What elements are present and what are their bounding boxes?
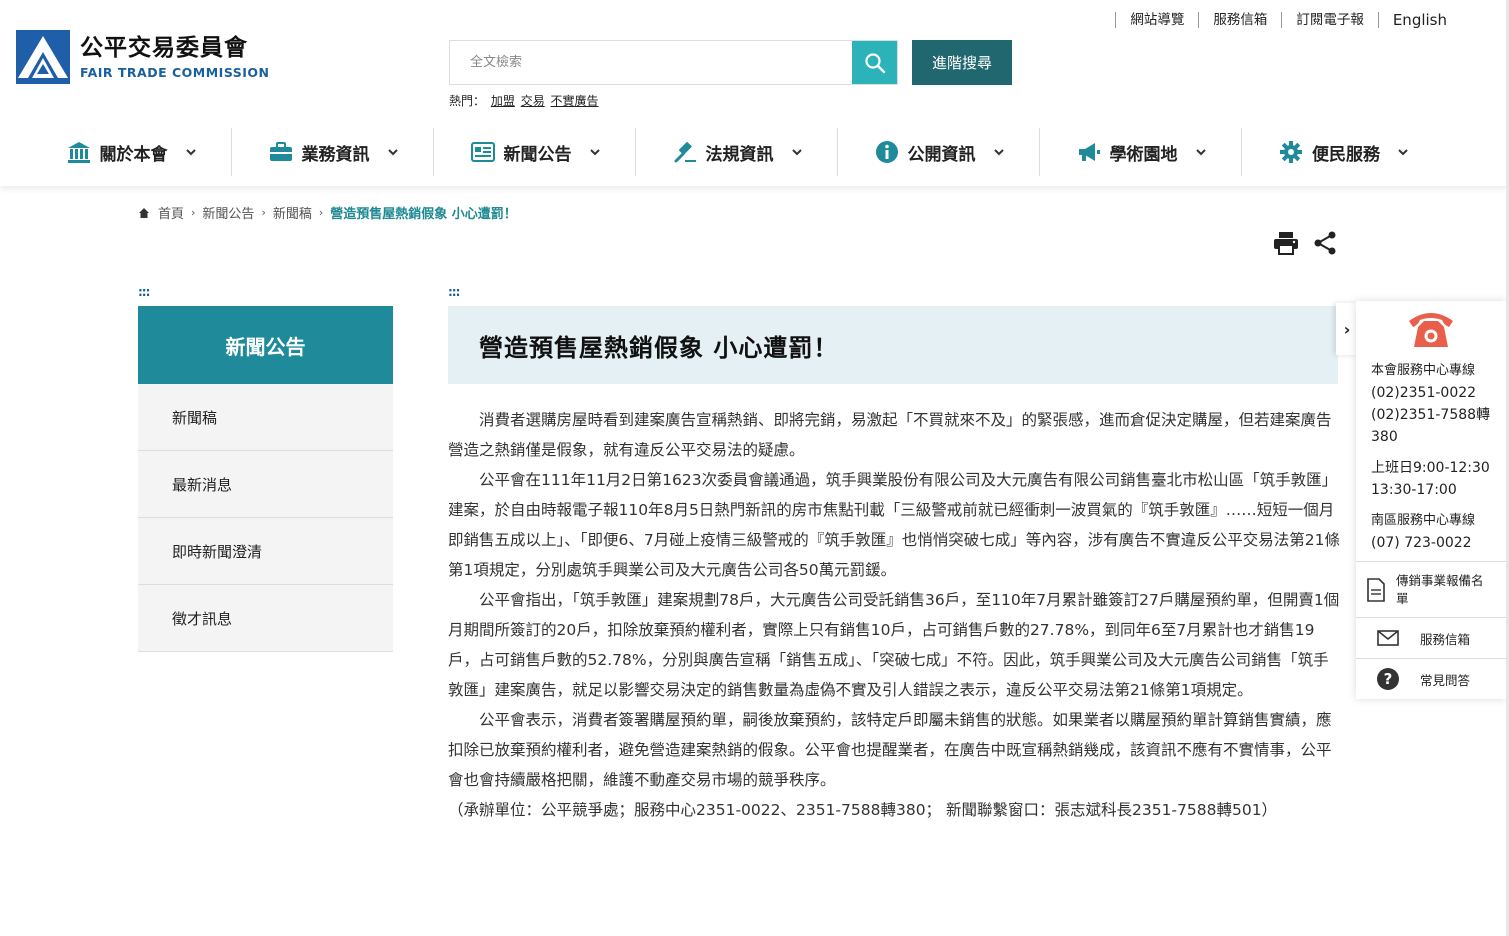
article-paragraph: 消費者選購房屋時看到建案廣告宣稱熱銷、即將完銷，易激起「不買就來不及」的緊張感，… <box>448 411 1332 459</box>
mlm-registry-label: 傳銷事業報備名單 <box>1396 572 1484 606</box>
breadcrumb-current: 營造預售屋熱銷假象 小心遭罰！ <box>330 207 517 222</box>
article-paragraph: 公平會表示，消費者簽署購屋預約單，嗣後放棄預約，該特定戶即屬未銷售的狀態。如果業… <box>448 711 1332 789</box>
site-logo[interactable]: 公平交易委員會 FAIR TRADE COMMISSION <box>16 30 270 84</box>
main-nav: 關於本會 業務資訊 新聞公告 法規資訊 公開資訊 學術園地 便民服務 <box>30 128 1444 176</box>
office-hours-morning: 上班日9:00-12:30 <box>1371 460 1490 476</box>
nav-item-services[interactable]: 便民服務 <box>1242 128 1444 176</box>
megaphone-icon <box>1076 139 1102 165</box>
mail-icon <box>1356 630 1420 646</box>
hotline-extension: 380 <box>1371 429 1398 445</box>
sidebar-item-clarification[interactable]: 即時新聞澄清 <box>138 518 393 585</box>
breadcrumb-press-release[interactable]: 新聞稿 <box>273 203 312 222</box>
page-title: 營造預售屋熱銷假象 小心遭罰！ <box>448 306 1338 384</box>
hot-keyword-link[interactable]: 加盟 <box>491 94 515 108</box>
advanced-search-button[interactable]: 進階搜尋 <box>912 40 1012 85</box>
hotline-title: 本會服務中心專線 <box>1371 363 1476 378</box>
search-icon <box>864 52 885 73</box>
nav-item-public-info[interactable]: 公開資訊 <box>838 128 1040 176</box>
nav-item-academic[interactable]: 學術園地 <box>1040 128 1242 176</box>
gavel-icon <box>672 139 698 165</box>
sidebar: 新聞公告 新聞稿 最新消息 即時新聞澄清 徵才訊息 <box>138 306 393 652</box>
hot-label: 熱門： <box>449 94 486 108</box>
page-tools <box>1273 231 1337 255</box>
sidebar-item-latest-news[interactable]: 最新消息 <box>138 451 393 518</box>
logo-chinese-name: 公平交易委員會 <box>80 35 248 61</box>
hotline-number-2: (02)2351-7588轉 <box>1371 407 1491 423</box>
chevron-down-icon <box>791 147 802 157</box>
breadcrumb-home[interactable]: 首頁 <box>158 203 184 222</box>
nav-label: 關於本會 <box>99 144 168 165</box>
hot-keyword-link[interactable]: 交易 <box>521 94 545 108</box>
building-icon <box>66 139 92 165</box>
print-icon[interactable] <box>1273 231 1299 255</box>
breadcrumb: 首頁 › 新聞公告 › 新聞稿 › 營造預售屋熱銷假象 小心遭罰！ <box>138 203 517 222</box>
hot-keyword-link[interactable]: 不實廣告 <box>551 94 599 108</box>
chevron-down-icon <box>589 147 600 157</box>
gear-icon <box>1278 139 1304 165</box>
nav-label: 法規資訊 <box>705 144 774 165</box>
svg-text:?: ? <box>1384 670 1393 688</box>
nav-label: 便民服務 <box>1312 144 1380 165</box>
float-panel-toggle[interactable]: › <box>1336 303 1358 355</box>
nav-label: 學術園地 <box>1109 144 1178 165</box>
south-hotline-number: (07) 723-0022 <box>1371 535 1472 551</box>
document-icon <box>1356 577 1396 602</box>
faq-label: 常見問答 <box>1420 672 1471 688</box>
accesskey-anchor-main[interactable]: ::: <box>448 285 460 299</box>
article-paragraph: 公平會在111年11月2日第1623次委員會議通過，筑手興業股份有限公司及大元廣… <box>448 471 1340 579</box>
briefcase-icon <box>268 139 294 165</box>
breadcrumb-separator: › <box>318 206 324 219</box>
nav-label: 公開資訊 <box>907 144 976 165</box>
nav-item-news[interactable]: 新聞公告 <box>434 128 636 176</box>
site-header: 公平交易委員會 FAIR TRADE COMMISSION 網站導覽 服務信箱 … <box>0 0 1509 186</box>
south-hotline-title: 南區服務中心專線 <box>1371 513 1476 528</box>
search-box <box>449 40 898 85</box>
subscribe-newsletter-link[interactable]: 訂閱電子報 <box>1281 12 1378 28</box>
article-body: 消費者選購房屋時看到建案廣告宣稱熱銷、即將完銷，易激起「不買就來不及」的緊張感，… <box>448 405 1340 825</box>
chevron-down-icon <box>1398 147 1408 157</box>
nav-item-business[interactable]: 業務資訊 <box>232 128 434 176</box>
logo-english-name: FAIR TRADE COMMISSION <box>80 65 270 80</box>
info-icon <box>874 139 900 165</box>
breadcrumb-separator: › <box>261 206 266 219</box>
share-icon[interactable] <box>1313 231 1337 255</box>
mlm-registry-button[interactable]: 傳銷事業報備名單 <box>1356 561 1506 617</box>
article-paragraph: 公平會指出，「筑手敦匯」建案規劃78戶，大元廣告公司受託銷售36戶，至110年7… <box>448 591 1340 699</box>
nav-item-regulations[interactable]: 法規資訊 <box>636 128 838 176</box>
sidebar-title: 新聞公告 <box>138 306 393 384</box>
chevron-down-icon <box>993 147 1004 157</box>
breadcrumb-separator: › <box>191 206 196 219</box>
top-links: 網站導覽 服務信箱 訂閱電子報 English <box>1115 12 1461 28</box>
hotline-number-1: (02)2351-0022 <box>1371 385 1477 401</box>
service-mail-link[interactable]: 服務信箱 <box>1198 12 1281 28</box>
sitemap-link[interactable]: 網站導覽 <box>1115 12 1198 28</box>
chevron-down-icon <box>185 147 196 157</box>
search-button[interactable] <box>852 41 897 84</box>
home-icon <box>139 207 149 218</box>
question-icon: ? <box>1356 667 1420 691</box>
breadcrumb-news[interactable]: 新聞公告 <box>202 203 254 222</box>
sidebar-item-press-release[interactable]: 新聞稿 <box>138 384 393 451</box>
service-mailbox-label: 服務信箱 <box>1420 631 1471 647</box>
nav-label: 新聞公告 <box>503 144 572 165</box>
newspaper-icon <box>470 139 496 165</box>
accesskey-anchor-left[interactable]: ::: <box>138 285 150 299</box>
sidebar-item-recruitment[interactable]: 徵才訊息 <box>138 585 393 652</box>
ftc-logo-icon <box>16 30 70 84</box>
nav-item-about[interactable]: 關於本會 <box>30 128 232 176</box>
service-float-panel: 本會服務中心專線 (02)2351-0022 (02)2351-7588轉 38… <box>1356 301 1506 699</box>
telephone-icon <box>1409 313 1453 347</box>
office-hours-afternoon: 13:30-17:00 <box>1371 482 1457 498</box>
nav-label: 業務資訊 <box>301 144 370 165</box>
article-contact: （承辦單位：公平競爭處；服務中心2351-0022、2351-7588轉380；… <box>448 801 1278 819</box>
service-mailbox-button[interactable]: 服務信箱 <box>1356 617 1506 658</box>
faq-button[interactable]: ? 常見問答 <box>1356 658 1506 699</box>
search-input[interactable] <box>450 41 852 84</box>
hot-keywords: 熱門： 加盟 交易 不實廣告 <box>449 92 599 109</box>
chevron-down-icon <box>387 147 398 157</box>
chevron-down-icon <box>1195 147 1206 157</box>
english-link[interactable]: English <box>1377 12 1461 28</box>
